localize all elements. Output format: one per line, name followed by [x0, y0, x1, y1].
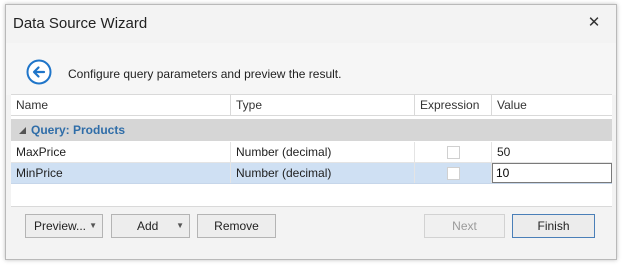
param-value-cell[interactable]: 50 — [492, 142, 612, 162]
preview-button-label: Preview... — [34, 219, 87, 233]
preview-button[interactable]: Preview... ▼ — [25, 214, 103, 238]
back-arrow-circle-icon[interactable] — [26, 59, 52, 85]
remove-button[interactable]: Remove — [197, 214, 276, 238]
table-row-selected[interactable]: MinPrice Number (decimal) — [11, 163, 612, 184]
param-expression-cell[interactable] — [415, 163, 492, 183]
parameters-grid: Name Type Expression Value Query: Produc… — [11, 94, 612, 207]
group-label: Query: Products — [31, 123, 126, 137]
param-name-cell[interactable]: MinPrice — [11, 163, 231, 183]
column-header-name[interactable]: Name — [11, 95, 231, 115]
wizard-description: Configure query parameters and preview t… — [68, 67, 342, 81]
dropdown-arrow-icon: ▼ — [176, 221, 184, 230]
column-header-value[interactable]: Value — [492, 95, 612, 115]
dialog-title: Data Source Wizard — [13, 15, 148, 32]
column-header-type[interactable]: Type — [231, 95, 415, 115]
expression-checkbox[interactable] — [447, 146, 460, 159]
close-icon[interactable]: ✕ — [586, 15, 602, 31]
wizard-header: Configure query parameters and preview t… — [6, 43, 616, 95]
param-expression-cell[interactable] — [415, 142, 492, 162]
finish-button[interactable]: Finish — [512, 214, 595, 238]
title-bar: Data Source Wizard ✕ — [6, 5, 616, 43]
next-button[interactable]: Next — [424, 214, 505, 238]
group-row[interactable]: Query: Products — [11, 119, 612, 141]
column-header-expression[interactable]: Expression — [415, 95, 492, 115]
param-name-cell[interactable]: MaxPrice — [11, 142, 231, 162]
param-type-cell[interactable]: Number (decimal) — [231, 142, 415, 162]
add-button-label: Add — [137, 219, 159, 233]
dropdown-arrow-icon: ▼ — [89, 221, 97, 230]
grid-header-row: Name Type Expression Value — [11, 95, 612, 116]
param-type-cell[interactable]: Number (decimal) — [231, 163, 415, 183]
table-row[interactable]: MaxPrice Number (decimal) 50 — [11, 142, 612, 163]
value-editor-input[interactable] — [492, 163, 612, 183]
collapse-triangle-icon[interactable] — [19, 127, 26, 134]
expression-checkbox[interactable] — [447, 167, 460, 180]
add-button[interactable]: Add ▼ — [111, 214, 190, 238]
dialog-window: Data Source Wizard ✕ Configure query par… — [5, 4, 617, 260]
